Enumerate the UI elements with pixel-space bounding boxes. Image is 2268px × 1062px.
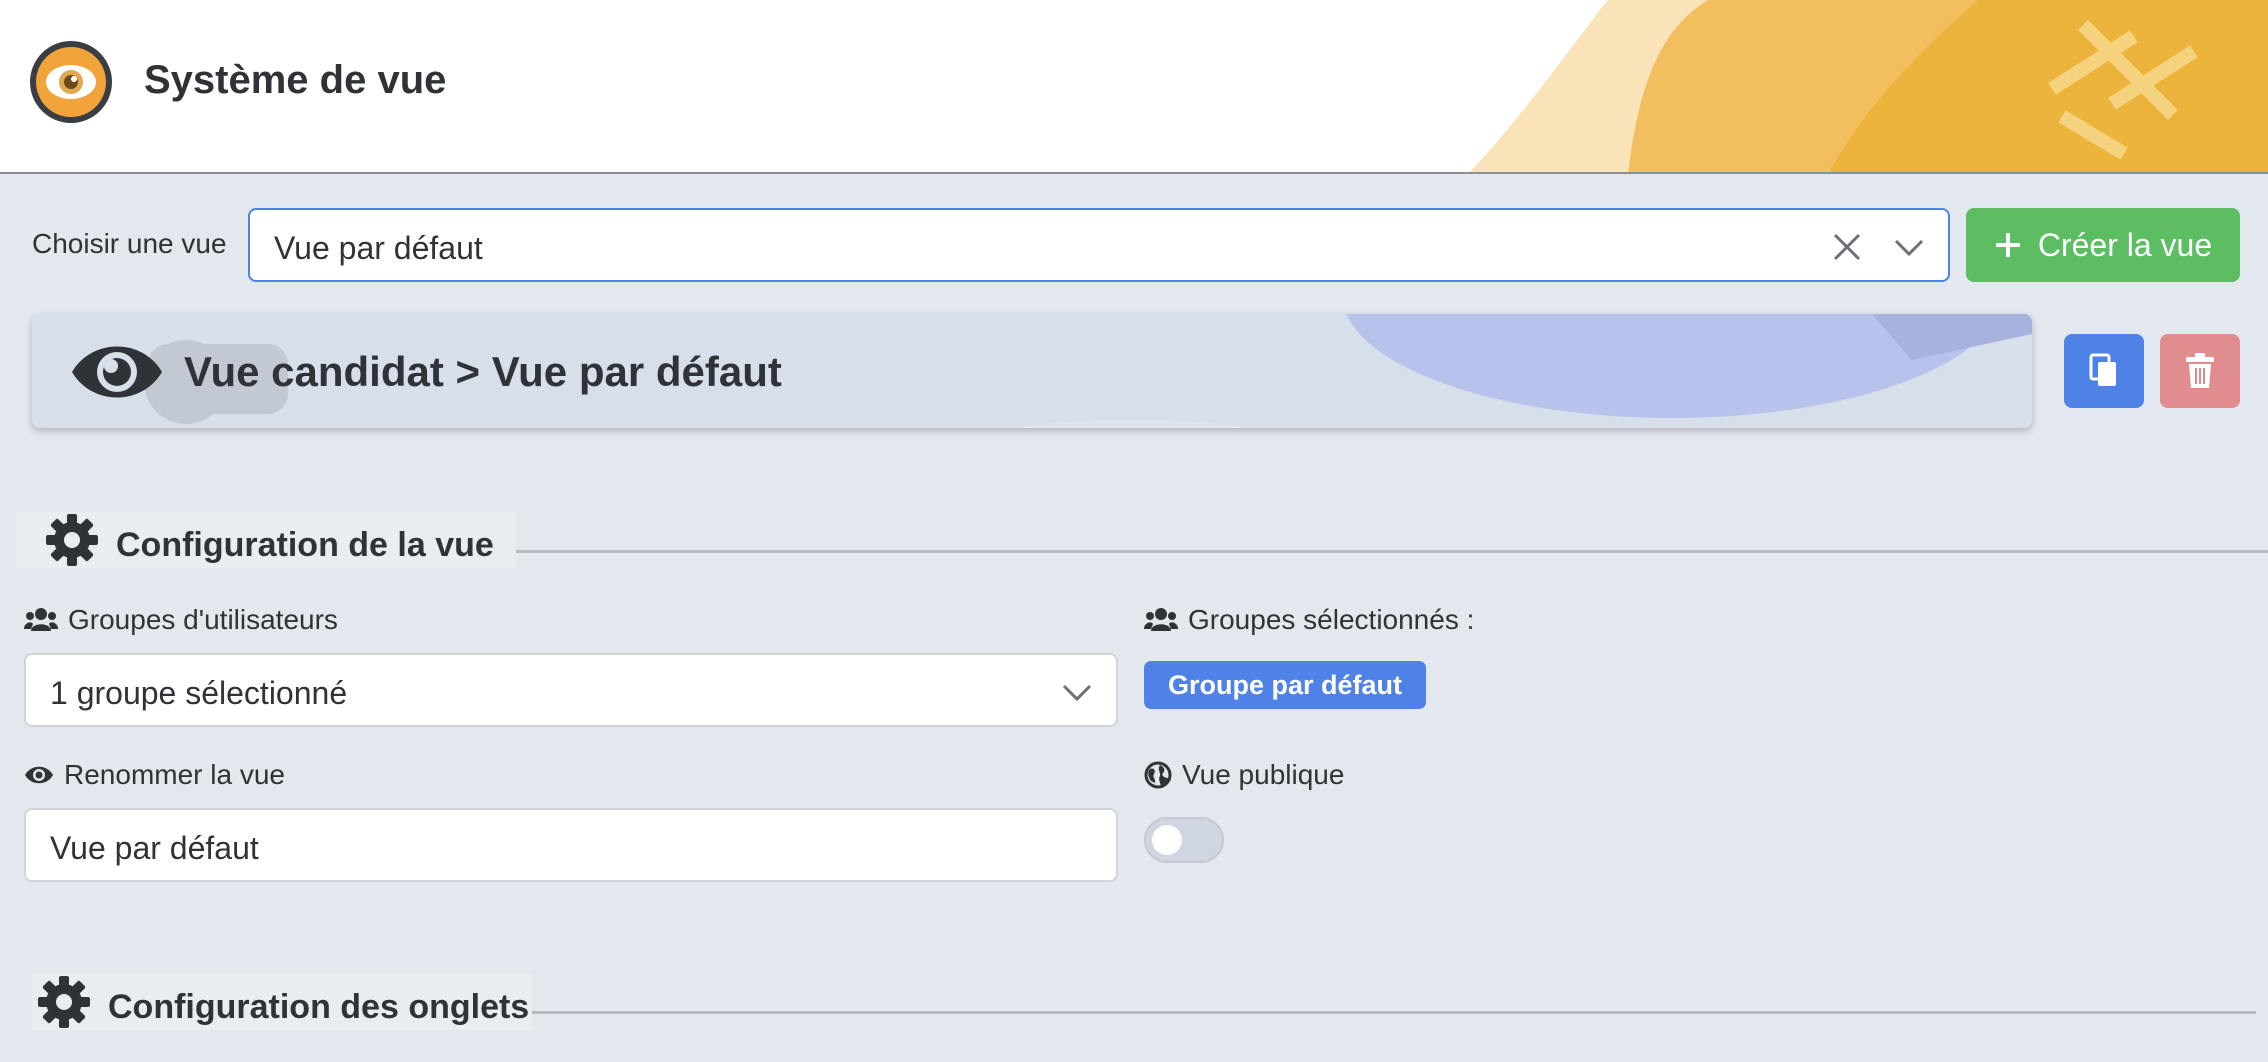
page-title: Système de vue: [144, 58, 447, 102]
copy-view-button[interactable]: [2064, 334, 2144, 408]
selected-groups-label: Groupes sélectionnés :: [1144, 604, 1474, 636]
section-divider: [500, 550, 2268, 553]
section-tabs-config-header: Configuration des onglets: [32, 974, 532, 1030]
user-groups-label: Groupes d'utilisateurs: [24, 604, 338, 636]
view-card-title: Vue candidat > Vue par défaut: [184, 348, 782, 395]
chevron-down-icon[interactable]: [1062, 679, 1092, 705]
section-view-config-title: Configuration de la vue: [116, 525, 494, 564]
user-groups-value: 1 groupe sélectionné: [50, 675, 348, 711]
eye-logo-icon: [30, 41, 112, 123]
section-divider: [520, 1011, 2256, 1014]
chevron-down-icon[interactable]: [1894, 234, 1924, 260]
view-select-value: Vue par défaut: [274, 230, 483, 266]
public-view-label: Vue publique: [1144, 759, 1344, 791]
choose-view-label: Choisir une vue: [32, 228, 227, 259]
eye-icon: [25, 766, 53, 784]
close-icon[interactable]: [1832, 232, 1862, 262]
public-view-toggle[interactable]: [1144, 817, 1224, 863]
gear-icon: [38, 976, 90, 1028]
plus-icon: [1995, 233, 2020, 257]
trash-icon: [2186, 353, 2214, 388]
toggle-knob: [1152, 825, 1182, 855]
create-view-button[interactable]: Créer la vue: [1966, 208, 2240, 282]
rename-view-value: Vue par défaut: [50, 830, 259, 866]
globe-icon: [1144, 761, 1172, 789]
rename-view-label: Renommer la vue: [24, 759, 285, 791]
eye-icon: [72, 346, 162, 398]
user-groups-select[interactable]: 1 groupe sélectionné: [24, 653, 1118, 727]
section-tabs-config-title: Configuration des onglets: [108, 987, 530, 1026]
view-select[interactable]: Vue par défaut: [248, 208, 1950, 282]
section-view-config-header: Configuration de la vue: [16, 512, 516, 568]
app-header: Système de vue: [0, 0, 2268, 174]
gear-icon: [46, 514, 98, 566]
header-decoration: [1469, 0, 2268, 172]
rename-view-input[interactable]: Vue par défaut: [24, 808, 1118, 882]
copy-icon: [2089, 353, 2116, 386]
create-view-label: Créer la vue: [2037, 226, 2213, 263]
delete-view-button[interactable]: [2160, 334, 2240, 408]
view-card: Vue candidat > Vue par défaut: [32, 314, 2032, 428]
users-icon: [24, 608, 58, 631]
users-icon: [1144, 608, 1178, 631]
selected-group-badge: Groupe par défaut: [1144, 661, 1427, 709]
